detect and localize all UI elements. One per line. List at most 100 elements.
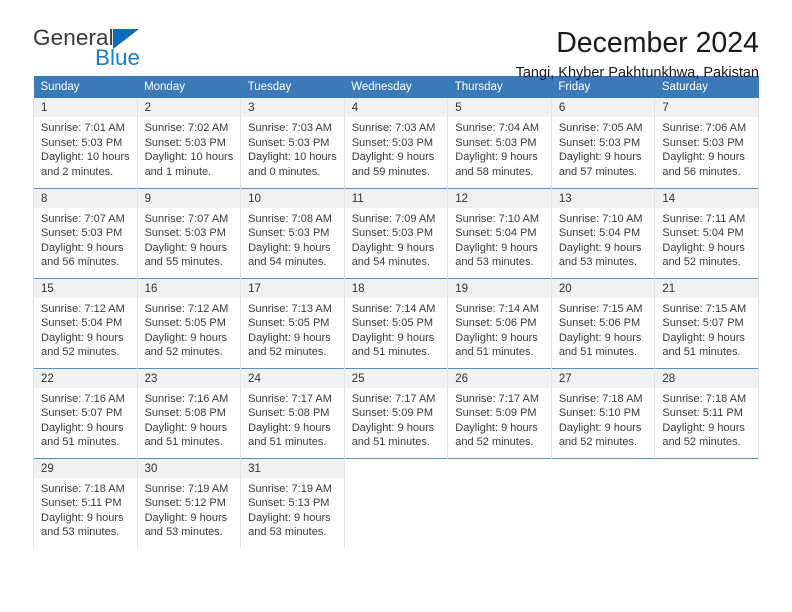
- day-cell[interactable]: 1 Sunrise: 7:01 AM Sunset: 5:03 PM Dayli…: [33, 98, 138, 188]
- sunset-text: Sunset: 5:11 PM: [662, 407, 743, 420]
- sunset-text: Sunset: 5:03 PM: [41, 136, 123, 149]
- day-details: Sunrise: 7:05 AM Sunset: 5:03 PM Dayligh…: [552, 118, 655, 179]
- sunrise-text: Sunrise: 7:19 AM: [248, 482, 332, 495]
- day-cell[interactable]: 13 Sunrise: 7:10 AM Sunset: 5:04 PM Dayl…: [550, 187, 656, 278]
- day-cell[interactable]: 31 Sunrise: 7:19 AM Sunset: 5:13 PM Dayl…: [240, 457, 345, 548]
- day-cell[interactable]: 20 Sunrise: 7:15 AM Sunset: 5:06 PM Dayl…: [550, 277, 656, 368]
- day-details: Sunrise: 7:08 AM Sunset: 5:03 PM Dayligh…: [241, 209, 344, 270]
- day-cell[interactable]: 29 Sunrise: 7:18 AM Sunset: 5:11 PM Dayl…: [33, 457, 138, 548]
- day-details: Sunrise: 7:17 AM Sunset: 5:08 PM Dayligh…: [241, 389, 344, 450]
- sunrise-text: Sunrise: 7:13 AM: [248, 302, 332, 315]
- day-cell[interactable]: 7 Sunrise: 7:06 AM Sunset: 5:03 PM Dayli…: [654, 98, 759, 188]
- day-cell[interactable]: 18 Sunrise: 7:14 AM Sunset: 5:05 PM Dayl…: [343, 277, 449, 368]
- day-cell[interactable]: 10 Sunrise: 7:08 AM Sunset: 5:03 PM Dayl…: [240, 187, 345, 278]
- sunrise-text: Sunrise: 7:07 AM: [144, 212, 229, 225]
- day-number: 19: [448, 278, 551, 299]
- daylight-text: Daylight: 9 hours and 52 minutes.: [558, 421, 642, 449]
- daylight-text: Daylight: 9 hours and 52 minutes.: [41, 331, 124, 359]
- sunrise-text: Sunrise: 7:02 AM: [144, 122, 229, 134]
- day-details: Sunrise: 7:18 AM Sunset: 5:11 PM Dayligh…: [655, 389, 758, 450]
- daylight-text: Daylight: 9 hours and 52 minutes.: [455, 421, 538, 449]
- sunset-text: Sunset: 5:08 PM: [144, 407, 226, 420]
- day-details: Sunrise: 7:13 AM Sunset: 5:05 PM Dayligh…: [241, 299, 344, 360]
- daylight-text: Daylight: 9 hours and 54 minutes.: [248, 241, 331, 269]
- day-number: 5: [448, 98, 551, 118]
- day-cell[interactable]: 6 Sunrise: 7:05 AM Sunset: 5:03 PM Dayli…: [550, 98, 656, 188]
- day-number: 16: [137, 278, 241, 299]
- daylight-text: Daylight: 9 hours and 54 minutes.: [351, 241, 435, 269]
- day-number: 4: [344, 98, 448, 118]
- daylight-text: Daylight: 9 hours and 59 minutes.: [351, 151, 435, 178]
- sunset-text: Sunset: 5:04 PM: [41, 317, 123, 330]
- day-details: Sunrise: 7:10 AM Sunset: 5:04 PM Dayligh…: [552, 209, 655, 270]
- sunrise-text: Sunrise: 7:15 AM: [558, 302, 643, 315]
- day-cell[interactable]: 17 Sunrise: 7:13 AM Sunset: 5:05 PM Dayl…: [240, 277, 345, 368]
- day-details: Sunrise: 7:19 AM Sunset: 5:12 PM Dayligh…: [138, 479, 241, 540]
- daylight-text: Daylight: 9 hours and 56 minutes.: [41, 241, 124, 269]
- calendar-week-row: 29 Sunrise: 7:18 AM Sunset: 5:11 PM Dayl…: [33, 457, 759, 548]
- daylight-text: Daylight: 10 hours and 2 minutes.: [41, 151, 130, 178]
- day-cell[interactable]: 16 Sunrise: 7:12 AM Sunset: 5:05 PM Dayl…: [136, 277, 242, 368]
- day-cell[interactable]: 15 Sunrise: 7:12 AM Sunset: 5:04 PM Dayl…: [33, 277, 138, 368]
- day-number: 23: [137, 368, 241, 389]
- day-details: Sunrise: 7:14 AM Sunset: 5:06 PM Dayligh…: [448, 299, 551, 360]
- day-cell[interactable]: 25 Sunrise: 7:17 AM Sunset: 5:09 PM Dayl…: [343, 367, 449, 458]
- sunset-text: Sunset: 5:05 PM: [248, 317, 330, 330]
- calendar-week-row: 22 Sunrise: 7:16 AM Sunset: 5:07 PM Dayl…: [33, 367, 759, 458]
- day-cell[interactable]: 19 Sunrise: 7:14 AM Sunset: 5:06 PM Dayl…: [447, 277, 552, 368]
- daylight-text: Daylight: 10 hours and 0 minutes.: [248, 151, 337, 178]
- sunrise-text: Sunrise: 7:08 AM: [248, 212, 332, 225]
- day-number: 17: [241, 278, 344, 299]
- day-number: 14: [655, 188, 758, 209]
- day-cell[interactable]: 28 Sunrise: 7:18 AM Sunset: 5:11 PM Dayl…: [654, 367, 759, 458]
- sunset-text: Sunset: 5:06 PM: [558, 317, 641, 330]
- sunset-text: Sunset: 5:07 PM: [41, 407, 123, 420]
- day-cell[interactable]: 14 Sunrise: 7:11 AM Sunset: 5:04 PM Dayl…: [654, 187, 759, 278]
- day-cell[interactable]: 22 Sunrise: 7:16 AM Sunset: 5:07 PM Dayl…: [33, 367, 138, 458]
- day-cell[interactable]: 27 Sunrise: 7:18 AM Sunset: 5:10 PM Dayl…: [550, 367, 656, 458]
- daylight-text: Daylight: 9 hours and 51 minutes.: [558, 331, 642, 359]
- day-cell-empty: [447, 457, 552, 548]
- day-cell[interactable]: 2 Sunrise: 7:02 AM Sunset: 5:03 PM Dayli…: [136, 98, 242, 188]
- day-details: Sunrise: 7:12 AM Sunset: 5:04 PM Dayligh…: [34, 299, 137, 360]
- sunrise-text: Sunrise: 7:12 AM: [144, 302, 229, 315]
- daylight-text: Daylight: 9 hours and 52 minutes.: [248, 331, 331, 359]
- day-cell[interactable]: 9 Sunrise: 7:07 AM Sunset: 5:03 PM Dayli…: [136, 187, 242, 278]
- day-cell[interactable]: 3 Sunrise: 7:03 AM Sunset: 5:03 PM Dayli…: [240, 98, 345, 188]
- sunset-text: Sunset: 5:03 PM: [248, 136, 330, 149]
- day-cell[interactable]: 4 Sunrise: 7:03 AM Sunset: 5:03 PM Dayli…: [343, 98, 449, 188]
- day-cell[interactable]: 8 Sunrise: 7:07 AM Sunset: 5:03 PM Dayli…: [33, 187, 138, 278]
- day-number: 31: [241, 458, 344, 479]
- day-number: 15: [34, 278, 137, 299]
- day-cell[interactable]: 26 Sunrise: 7:17 AM Sunset: 5:09 PM Dayl…: [447, 367, 552, 458]
- sunrise-text: Sunrise: 7:03 AM: [351, 122, 436, 134]
- day-number: 30: [137, 458, 241, 479]
- sunrise-text: Sunrise: 7:05 AM: [558, 122, 643, 134]
- sunrise-text: Sunrise: 7:16 AM: [41, 392, 125, 405]
- day-details: Sunrise: 7:17 AM Sunset: 5:09 PM Dayligh…: [448, 389, 551, 450]
- daylight-text: Daylight: 9 hours and 53 minutes.: [248, 511, 331, 539]
- day-cell[interactable]: 30 Sunrise: 7:19 AM Sunset: 5:12 PM Dayl…: [136, 457, 242, 548]
- day-cell[interactable]: 5 Sunrise: 7:04 AM Sunset: 5:03 PM Dayli…: [447, 98, 552, 188]
- sunrise-text: Sunrise: 7:10 AM: [455, 212, 540, 225]
- day-cell[interactable]: 21 Sunrise: 7:15 AM Sunset: 5:07 PM Dayl…: [654, 277, 759, 368]
- generalblue-logo[interactable]: General Blue: [33, 26, 263, 78]
- day-details: Sunrise: 7:11 AM Sunset: 5:04 PM Dayligh…: [655, 209, 758, 270]
- sunset-text: Sunset: 5:07 PM: [662, 317, 744, 330]
- sunset-text: Sunset: 5:10 PM: [558, 407, 641, 420]
- sunrise-text: Sunrise: 7:10 AM: [558, 212, 643, 225]
- day-cell-empty: [551, 457, 655, 548]
- sunrise-text: Sunrise: 7:15 AM: [662, 302, 747, 315]
- day-details: Sunrise: 7:15 AM Sunset: 5:07 PM Dayligh…: [655, 299, 758, 360]
- day-cell[interactable]: 23 Sunrise: 7:16 AM Sunset: 5:08 PM Dayl…: [136, 367, 242, 458]
- day-number: 13: [551, 188, 655, 209]
- sunset-text: Sunset: 5:04 PM: [558, 227, 641, 240]
- day-details: Sunrise: 7:07 AM Sunset: 5:03 PM Dayligh…: [138, 209, 241, 270]
- day-cell[interactable]: 12 Sunrise: 7:10 AM Sunset: 5:04 PM Dayl…: [447, 187, 552, 278]
- day-cell[interactable]: 24 Sunrise: 7:17 AM Sunset: 5:08 PM Dayl…: [240, 367, 345, 458]
- day-details: Sunrise: 7:09 AM Sunset: 5:03 PM Dayligh…: [345, 209, 448, 270]
- page-header: General Blue December 2024 Tangi, Khyber…: [33, 0, 759, 82]
- sunset-text: Sunset: 5:03 PM: [351, 136, 434, 149]
- calendar-week-row: 15 Sunrise: 7:12 AM Sunset: 5:04 PM Dayl…: [33, 277, 759, 368]
- day-cell[interactable]: 11 Sunrise: 7:09 AM Sunset: 5:03 PM Dayl…: [343, 187, 449, 278]
